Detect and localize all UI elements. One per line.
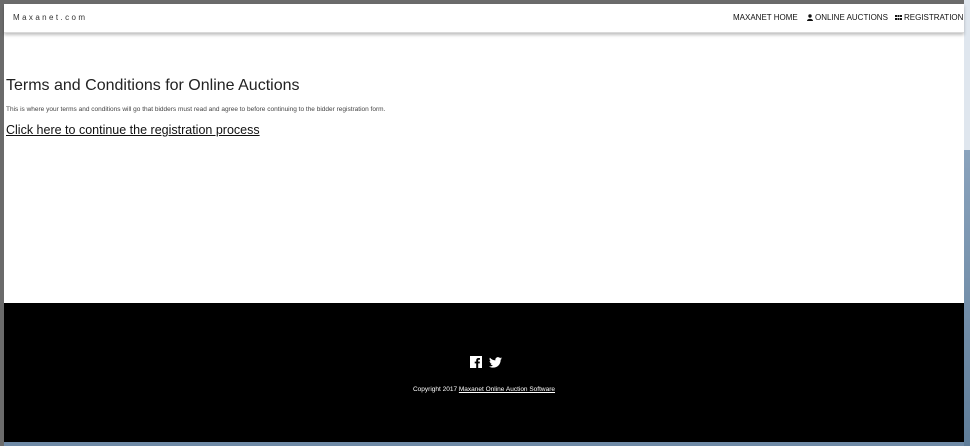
continue-registration-link[interactable]: Click here to continue the registration … [6,123,260,137]
copyright-prefix: Copyright 2017 [412,386,458,393]
grid-icon [895,14,902,23]
brand-logo[interactable]: Maxanet.com [13,13,87,22]
facebook-icon[interactable] [470,355,482,373]
browser-page: Maxanet.com MAXANET HOME ONLINE AUCTIONS [4,4,964,442]
desktop-background-strip [964,0,970,446]
page-title: Terms and Conditions for Online Auctions [6,77,300,94]
nav-maxanet-home-label: MAXANET HOME [733,13,798,22]
copyright-link[interactable]: Maxanet Online Auction Software [459,386,555,393]
copyright-text: Copyright 2017 Maxanet Online Auction So… [4,386,964,393]
user-icon [807,14,813,23]
footer [4,303,964,442]
nav-online-auctions-label: ONLINE AUCTIONS [815,13,888,22]
nav-maxanet-home[interactable]: MAXANET HOME [733,13,798,22]
nav-online-auctions[interactable]: ONLINE AUCTIONS [807,13,888,23]
social-links [470,355,505,368]
top-navbar: Maxanet.com MAXANET HOME ONLINE AUCTIONS [4,4,964,33]
nav-registration-label: REGISTRATION [904,13,964,22]
twitter-icon[interactable] [489,355,503,373]
nav-registration[interactable]: REGISTRATION [895,13,963,23]
terms-description: This is where your terms and conditions … [6,106,386,113]
